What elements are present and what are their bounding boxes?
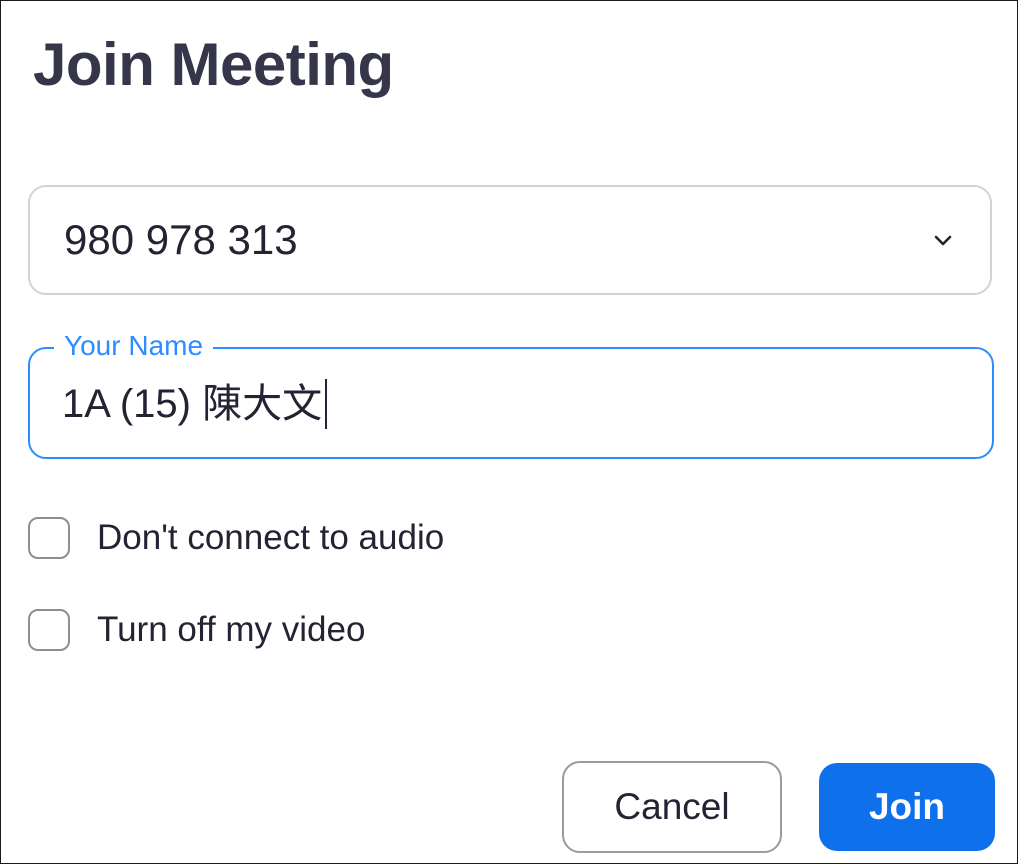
- turn-off-video-checkbox[interactable]: [28, 609, 70, 651]
- dont-connect-audio-label[interactable]: Don't connect to audio: [97, 518, 444, 558]
- your-name-label: Your Name: [54, 329, 214, 363]
- your-name-input[interactable]: 1A (15) 陳大文: [62, 379, 328, 429]
- your-name-value[interactable]: 1A (15) 陳大文: [62, 381, 322, 427]
- turn-off-video-label[interactable]: Turn off my video: [97, 610, 365, 650]
- your-name-field[interactable]: Your Name 1A (15) 陳大文: [28, 329, 994, 459]
- video-option-row[interactable]: Turn off my video: [28, 609, 365, 651]
- meeting-id-combobox[interactable]: 980 978 313: [28, 185, 992, 295]
- text-caret: [325, 379, 328, 429]
- join-button[interactable]: Join: [819, 763, 995, 851]
- meeting-id-value[interactable]: 980 978 313: [64, 216, 298, 263]
- cancel-button[interactable]: Cancel: [562, 761, 782, 853]
- audio-option-row[interactable]: Don't connect to audio: [28, 517, 444, 559]
- dont-connect-audio-checkbox[interactable]: [28, 517, 70, 559]
- join-meeting-dialog: Join Meeting 980 978 313 Your Name 1A (1…: [0, 0, 1018, 864]
- dialog-title: Join Meeting: [33, 31, 394, 98]
- chevron-down-icon[interactable]: [932, 229, 954, 251]
